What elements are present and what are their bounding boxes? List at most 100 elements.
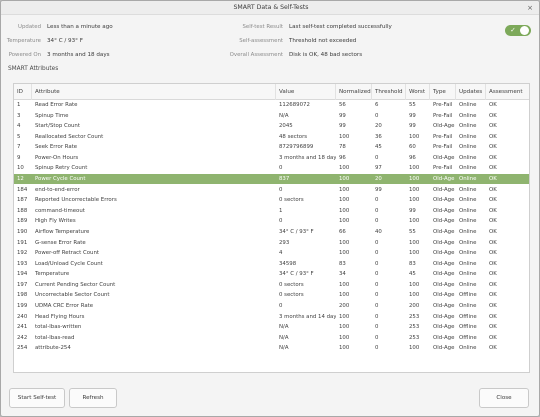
cell-threshold: 36 bbox=[375, 133, 382, 140]
table-row[interactable]: 1 Read Error Rate 112689072 56 6 55 Pre-Fail On… bbox=[14, 100, 529, 110]
cell-value: 0 sectors bbox=[279, 281, 304, 288]
table-row[interactable]: 192 Power-off Retract Count 4 100 0 100 Old-Ag… bbox=[14, 248, 529, 258]
cell-updates: Online bbox=[459, 271, 477, 278]
cell-value: 0 bbox=[279, 165, 283, 172]
cell-value: N/A bbox=[279, 334, 289, 341]
column-header-attribute[interactable]: Attribute bbox=[32, 84, 276, 100]
cell-worst: 253 bbox=[409, 324, 420, 331]
column-header-worst[interactable]: Worst bbox=[406, 84, 430, 100]
table-row[interactable]: 197 Current Pending Sector Count 0 sectors… bbox=[14, 280, 529, 290]
cell-normalized: 100 bbox=[339, 218, 350, 225]
cell-type: Old-Age bbox=[433, 228, 455, 235]
cell-id: 240 bbox=[17, 313, 28, 320]
cell-updates: Online bbox=[459, 102, 477, 108]
smart-enabled-toggle[interactable]: ✓ bbox=[505, 25, 531, 36]
cell-worst: 100 bbox=[409, 239, 420, 246]
start-selftest-button[interactable]: Start Self-test bbox=[9, 388, 65, 408]
cell-type: Pre-Fail bbox=[433, 165, 453, 172]
column-header-normalized[interactable]: Normalized bbox=[336, 84, 372, 100]
cell-type: Pre-Fail bbox=[433, 144, 453, 151]
cell-worst: 99 bbox=[409, 207, 416, 214]
close-icon[interactable]: × bbox=[525, 3, 535, 13]
cell-assessment: OK bbox=[489, 197, 497, 204]
cell-value: 112689072 bbox=[279, 102, 310, 108]
table-row[interactable]: 9 Power-On Hours 3 months and 18 days 96 0 96… bbox=[14, 153, 529, 163]
column-header-value[interactable]: Value bbox=[276, 84, 336, 100]
smart-attributes-table[interactable]: ID Attribute Value Normalized Threshold … bbox=[13, 83, 530, 373]
cell-value: 34° C / 93° F bbox=[279, 228, 314, 235]
cell-id: 9 bbox=[17, 154, 21, 161]
table-row[interactable]: 190 Airflow Temperature 34° C / 93° F 66 40 5… bbox=[14, 227, 529, 237]
cell-id: 7 bbox=[17, 144, 21, 151]
cell-normalized: 78 bbox=[339, 144, 346, 151]
cell-id: 190 bbox=[17, 228, 28, 235]
cell-value: N/A bbox=[279, 345, 289, 352]
cell-type: Pre-Fail bbox=[433, 133, 453, 140]
table-row[interactable]: 187 Reported Uncorrectable Errors 0 sector… bbox=[14, 195, 529, 205]
refresh-button[interactable]: Refresh bbox=[69, 388, 117, 408]
cell-id: 1 bbox=[17, 102, 21, 108]
table-row-selected[interactable]: 12 Power Cycle Count 837 100 20 100 Old-Age Onl… bbox=[14, 174, 529, 185]
title-bar[interactable]: SMART Data & Self-Tests × bbox=[1, 1, 539, 15]
table-row[interactable]: 5 Reallocated Sector Count 48 sectors 100 36… bbox=[14, 132, 529, 142]
column-header-id[interactable]: ID bbox=[14, 84, 32, 100]
cell-updates: Online bbox=[459, 303, 477, 310]
column-header-updates[interactable]: Updates bbox=[456, 84, 486, 100]
table-row[interactable]: 241 total-lbas-written N/A 100 0 253 Old-Age Of… bbox=[14, 322, 529, 332]
table-row[interactable]: 10 Spinup Retry Count 0 100 97 100 Pre-Fail Onl… bbox=[14, 163, 529, 173]
table-row[interactable]: 184 end-to-end-error 0 100 99 100 Old-Age Onlin… bbox=[14, 185, 529, 195]
cell-attribute: command-timeout bbox=[35, 207, 85, 214]
table-row[interactable]: 199 UDMA CRC Error Rate 0 200 0 200 Old-Age Onl… bbox=[14, 301, 529, 311]
cell-value: 0 bbox=[279, 218, 283, 225]
cell-worst: 100 bbox=[409, 292, 420, 299]
close-button[interactable]: Close bbox=[479, 388, 529, 408]
cell-assessment: OK bbox=[489, 334, 497, 341]
table-row[interactable]: 198 Uncorrectable Sector Count 0 sectors 10… bbox=[14, 290, 529, 300]
cell-worst: 60 bbox=[409, 144, 416, 151]
window-title: SMART Data & Self-Tests bbox=[233, 4, 309, 11]
cell-attribute: Load/Unload Cycle Count bbox=[35, 260, 103, 267]
cell-threshold: 0 bbox=[375, 303, 379, 310]
cell-worst: 96 bbox=[409, 154, 416, 161]
table-row[interactable]: 4 Start/Stop Count 2045 99 20 99 Old-Age Online… bbox=[14, 121, 529, 131]
cell-id: 189 bbox=[17, 218, 28, 225]
cell-threshold: 0 bbox=[375, 197, 379, 204]
cell-assessment: OK bbox=[489, 250, 497, 257]
cell-threshold: 0 bbox=[375, 250, 379, 257]
temperature-label: Temperature bbox=[6, 38, 41, 44]
column-header-assessment[interactable]: Assessment bbox=[486, 84, 529, 100]
column-header-type[interactable]: Type bbox=[430, 84, 456, 100]
table-row[interactable]: 254 attribute-254 N/A 100 0 100 Old-Age Online O… bbox=[14, 343, 529, 353]
cell-type: Pre-Fail bbox=[433, 102, 453, 108]
cell-id: 192 bbox=[17, 250, 28, 257]
cell-attribute: Current Pending Sector Count bbox=[35, 281, 116, 288]
cell-worst: 100 bbox=[409, 345, 420, 352]
cell-id: 191 bbox=[17, 239, 28, 246]
table-row[interactable]: 240 Head Flying Hours 3 months and 14 days… bbox=[14, 312, 529, 322]
cell-value: 34° C / 93° F bbox=[279, 271, 314, 278]
column-header-threshold[interactable]: Threshold bbox=[372, 84, 406, 100]
cell-attribute: Spinup Time bbox=[35, 112, 69, 119]
table-row[interactable]: 191 G-sense Error Rate 293 100 0 100 Old-Age On… bbox=[14, 238, 529, 248]
cell-worst: 55 bbox=[409, 228, 416, 235]
cell-type: Old-Age bbox=[433, 186, 455, 193]
cell-updates: Offline bbox=[459, 334, 477, 341]
cell-normalized: 56 bbox=[339, 102, 346, 108]
cell-assessment: OK bbox=[489, 112, 497, 119]
cell-updates: Online bbox=[459, 281, 477, 288]
cell-threshold: 0 bbox=[375, 154, 379, 161]
cell-normalized: 100 bbox=[339, 133, 350, 140]
table-row[interactable]: 242 total-lbas-read N/A 100 0 253 Old-Age Offli… bbox=[14, 333, 529, 343]
table-row[interactable]: 188 command-timeout 1 100 0 99 Old-Age Online OK bbox=[14, 206, 529, 216]
cell-normalized: 100 bbox=[339, 197, 350, 204]
table-row[interactable]: 193 Load/Unload Cycle Count 34598 83 0 83 Old-… bbox=[14, 259, 529, 269]
table-row[interactable]: 194 Temperature 34° C / 93° F 34 0 45 Old-Age O… bbox=[14, 269, 529, 279]
cell-threshold: 0 bbox=[375, 324, 379, 331]
cell-worst: 100 bbox=[409, 197, 420, 204]
cell-assessment: OK bbox=[489, 271, 497, 278]
table-row[interactable]: 189 High Fly Writes 0 100 0 100 Old-Age Online O… bbox=[14, 216, 529, 226]
cell-value: 837 bbox=[279, 176, 290, 183]
table-row[interactable]: 7 Seek Error Rate 8729796899 78 45 60 Pre-Fail… bbox=[14, 142, 529, 152]
table-row[interactable]: 3 Spinup Time N/A 99 0 99 Pre-Fail Online OK bbox=[14, 111, 529, 121]
cell-attribute: Uncorrectable Sector Count bbox=[35, 292, 110, 299]
